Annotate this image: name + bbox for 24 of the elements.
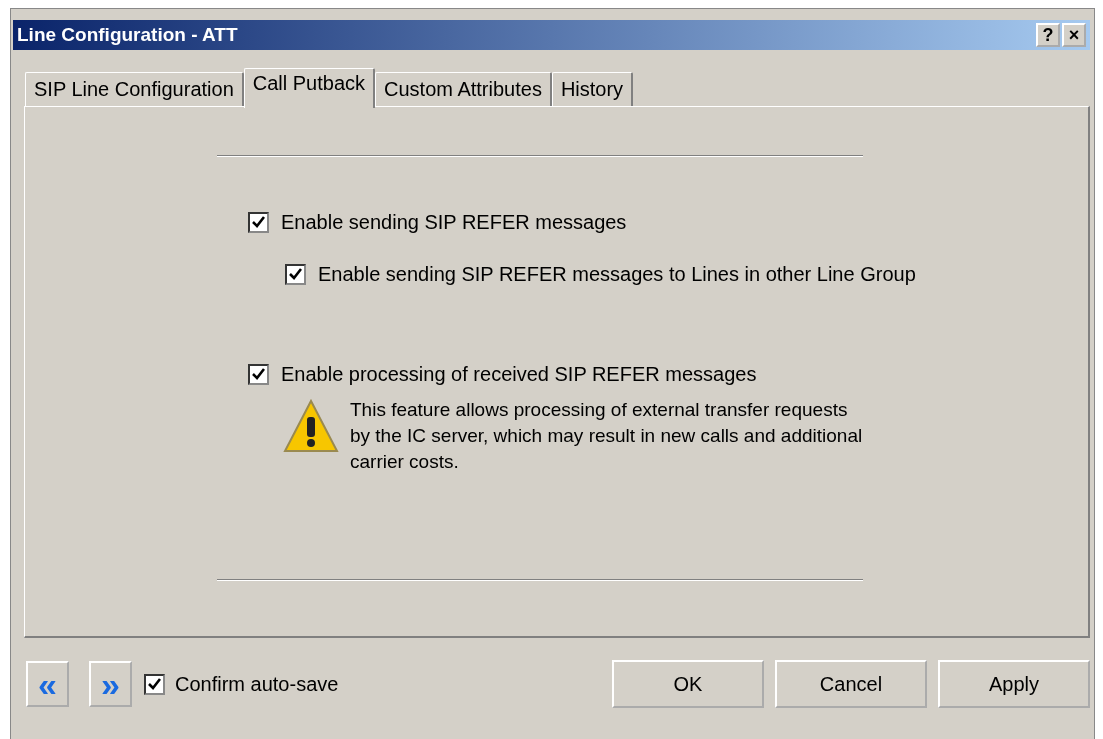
- ok-button[interactable]: OK: [612, 660, 764, 708]
- tab[interactable]: SIP Line Configuration: [25, 72, 244, 106]
- warning-text: This feature allows processing of external transfer requests by the IC server, which may result in new calls and additional carrier costs.: [350, 398, 864, 474]
- tab[interactable]: History: [551, 72, 634, 106]
- checkbox[interactable]: [248, 211, 269, 233]
- cancel-button[interactable]: Cancel: [775, 660, 927, 708]
- checkbox-label: Enable sending SIP REFER messages to Lines in other Line Group: [318, 262, 916, 287]
- checkmark-icon: [148, 677, 161, 691]
- checkbox-label: Enable processing of received SIP REFER messages: [281, 362, 757, 387]
- checkbox-label: Confirm auto-save: [175, 672, 339, 697]
- close-button[interactable]: ×: [1062, 23, 1086, 47]
- checkbox[interactable]: [248, 363, 269, 385]
- checkmark-icon: [252, 367, 265, 381]
- checkmark-icon: [289, 267, 302, 281]
- checkbox[interactable]: [144, 673, 165, 695]
- tab[interactable]: Custom Attributes: [375, 72, 552, 106]
- checkbox-label: Enable sending SIP REFER messages: [281, 210, 627, 235]
- help-button[interactable]: ?: [1036, 23, 1060, 47]
- warning-icon: [282, 397, 340, 455]
- apply-button[interactable]: Apply: [938, 660, 1090, 708]
- checkbox[interactable]: [285, 263, 306, 285]
- window-title: Line Configuration - ATT: [17, 22, 238, 47]
- checkmark-icon: [252, 215, 265, 229]
- tab[interactable]: Call Putback: [243, 68, 376, 108]
